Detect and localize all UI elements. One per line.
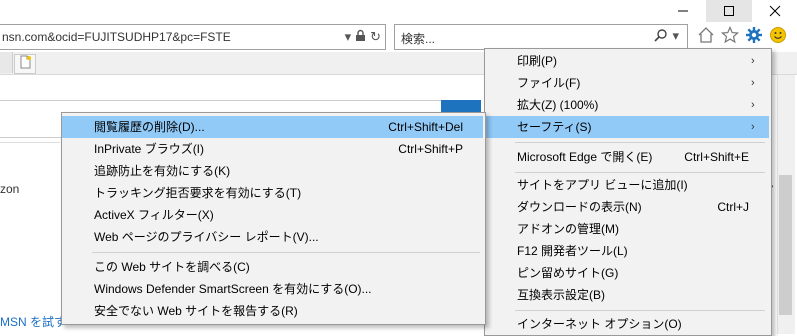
chevron-right-icon: › (751, 121, 755, 133)
menu-item-compat-view[interactable]: 互換表示設定(B) (485, 284, 769, 306)
menu-item-manage-addons[interactable]: アドオンの管理(M) (485, 218, 769, 240)
menu-item-internet-options[interactable]: インターネット オプション(O) (485, 313, 769, 335)
minimize-icon (678, 10, 688, 12)
tab-current[interactable] (0, 52, 13, 73)
submenu-item-report-unsafe[interactable]: 安全でない Web サイトを報告する(R) (62, 300, 483, 322)
command-icons (697, 25, 787, 49)
menu-item-downloads[interactable]: ダウンロードの表示(N) Ctrl+J (485, 196, 769, 218)
submenu-item-delete-history[interactable]: 閲覧履歴の削除(D)... Ctrl+Shift+Del (62, 116, 483, 138)
close-icon (769, 5, 781, 17)
menu-separator (515, 310, 765, 311)
menu-item-safety[interactable]: セーフティ(S) › (485, 116, 769, 138)
dropdown-arrow-icon[interactable]: ▾ (345, 29, 352, 45)
menu-item-file[interactable]: ファイル(F) › (485, 72, 769, 94)
menu-item-pinned-sites[interactable]: ピン留めサイト(G) (485, 262, 769, 284)
submenu-item-smartscreen[interactable]: Windows Defender SmartScreen を有効にする(O)..… (62, 278, 483, 300)
menu-separator (92, 252, 480, 253)
chevron-down-icon[interactable]: ▾ (672, 28, 679, 45)
gear-icon[interactable] (745, 26, 763, 49)
new-tab-button[interactable] (14, 54, 36, 74)
minimize-button[interactable] (660, 0, 706, 22)
msn-link[interactable]: MSN を試す (0, 313, 66, 330)
menu-item-print[interactable]: 印刷(P) › (485, 50, 769, 72)
submenu-item-check-website[interactable]: この Web サイトを調べる(C) (62, 256, 483, 278)
submenu-item-tracking-protection[interactable]: 追跡防止を有効にする(K) (62, 160, 483, 182)
menu-separator (515, 172, 765, 173)
address-url[interactable]: nsn.com&ocid=FUJITSUDHP17&pc=FSTE (2, 30, 231, 44)
scrollbar-thumb[interactable] (779, 175, 792, 315)
home-icon[interactable] (697, 26, 715, 49)
menu-separator (515, 142, 765, 143)
menu-item-add-to-apps-view[interactable]: サイトをアプリ ビューに追加(I) (485, 174, 769, 196)
page-link-amazon[interactable]: zon (0, 182, 19, 196)
chevron-right-icon: › (751, 77, 755, 89)
submenu-item-do-not-track[interactable]: トラッキング拒否要求を有効にする(T) (62, 182, 483, 204)
search-icon[interactable] (654, 28, 668, 45)
maximize-icon (724, 6, 734, 16)
refresh-icon[interactable]: ↻ (370, 29, 381, 45)
address-row: nsn.com&ocid=FUJITSUDHP17&pc=FSTE ▾ ↻ 検索… (0, 24, 797, 50)
chevron-right-icon: › (751, 55, 755, 67)
star-icon[interactable] (720, 25, 740, 49)
chevron-right-icon: › (751, 99, 755, 111)
submenu-item-privacy-report[interactable]: Web ページのプライバシー レポート(V)... (62, 226, 483, 248)
address-bar[interactable]: nsn.com&ocid=FUJITSUDHP17&pc=FSTE ▾ ↻ (0, 24, 386, 50)
search-placeholder[interactable]: 検索... (401, 30, 435, 47)
divider (0, 142, 60, 143)
maximize-button[interactable] (706, 0, 752, 22)
menu-item-open-in-edge[interactable]: Microsoft Edge で開く(E) Ctrl+Shift+E (485, 146, 769, 168)
submenu-item-inprivate[interactable]: InPrivate ブラウズ(I) Ctrl+Shift+P (62, 138, 483, 160)
new-tab-icon (20, 55, 31, 69)
lock-icon[interactable] (355, 29, 366, 45)
tools-menu: 印刷(P) › ファイル(F) › 拡大(Z) (100%) › セーフティ(S… (484, 48, 772, 336)
menu-item-zoom[interactable]: 拡大(Z) (100%) › (485, 94, 769, 116)
submenu-item-activex-filter[interactable]: ActiveX フィルター(X) (62, 204, 483, 226)
safety-submenu: 閲覧履歴の削除(D)... Ctrl+Shift+Del InPrivate ブ… (61, 112, 486, 325)
search-box[interactable]: 検索... ▾ (394, 24, 688, 50)
menu-item-f12-tools[interactable]: F12 開発者ツール(L) (485, 240, 769, 262)
title-bar (0, 0, 797, 22)
smiley-icon[interactable] (769, 26, 787, 49)
close-button[interactable] (752, 0, 797, 22)
